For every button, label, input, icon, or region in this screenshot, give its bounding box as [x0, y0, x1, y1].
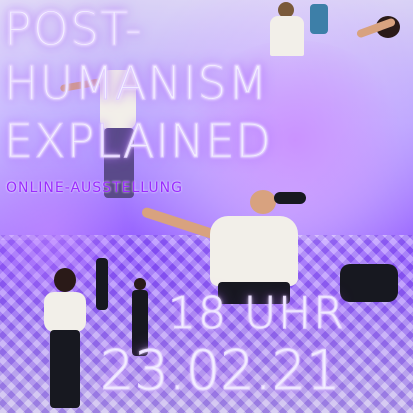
title-line-1: POST-: [4, 2, 143, 56]
vr-headset-closeup: [340, 258, 400, 304]
person-standing-back: [262, 0, 310, 60]
person-small-mid: [92, 258, 112, 310]
title-line-2: HUMANISM: [3, 56, 269, 110]
event-date: 23.02.21: [99, 339, 341, 402]
person-blue-shirt: [308, 0, 330, 36]
person-vr-top-right: [352, 10, 412, 60]
title-line-3: EXPLAINED: [4, 114, 272, 168]
subtitle-online-exhibition: ONLINE-AUSSTELLUNG: [6, 180, 183, 196]
exhibition-poster: POST- HUMANISM EXPLAINED ONLINE-AUSSTELL…: [0, 0, 413, 413]
event-time: 18 UHR: [168, 288, 346, 339]
shoes-center: [270, 188, 310, 206]
person-vr-bottom-left: [38, 268, 94, 408]
